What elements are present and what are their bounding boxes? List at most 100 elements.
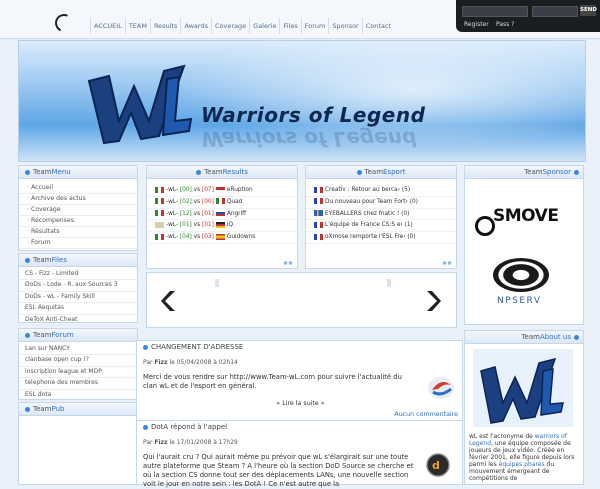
nav-team[interactable]: TEAM xyxy=(124,18,150,34)
chevron-right-icon[interactable] xyxy=(425,290,441,312)
top-teams-link[interactable]: équipes phares xyxy=(499,461,545,468)
login-panel: SEND Register Pass ? xyxy=(456,0,600,32)
flag-icon xyxy=(215,198,225,205)
team-forum-header: TeamForum xyxy=(19,329,137,342)
file-item[interactable]: ESL Aequitas xyxy=(19,303,137,315)
news-category-icon xyxy=(428,377,454,399)
flag-icon xyxy=(314,198,323,205)
team-forum-box: TeamForum Lan sur NANCY clanbase open cu… xyxy=(18,328,138,401)
file-item[interactable]: CS - Fizz - Limited xyxy=(19,269,137,281)
svg-text:d: d xyxy=(432,459,440,472)
bullet-icon xyxy=(25,257,30,263)
send-button[interactable]: SEND xyxy=(580,5,597,16)
flag-icon xyxy=(314,221,323,228)
nav-accueil[interactable]: ACCUEIL xyxy=(90,18,125,34)
more-dots-icon[interactable] xyxy=(283,261,293,265)
news-body: Qui l'aurait cru ? Qui aurait même pu pr… xyxy=(143,453,414,488)
wl-logo-small-icon xyxy=(473,349,573,427)
menu-item-coverage[interactable]: Coverage xyxy=(19,205,137,216)
team-about-header: TeamAbout us xyxy=(465,331,583,344)
result-row[interactable]: -wL- [00] vs [07] eRuption xyxy=(147,185,297,197)
wl-logo-icon xyxy=(87,64,193,145)
bullet-icon xyxy=(574,334,579,340)
nav-forum[interactable]: Forum xyxy=(300,18,329,34)
news-title[interactable]: CHANGEMENT D'ADRESSE xyxy=(143,343,458,352)
result-row[interactable]: -wL- [01] vs [01] iQ xyxy=(147,220,297,233)
more-dots-icon[interactable] xyxy=(442,261,452,265)
esport-news-row[interactable]: Du nouveau pour Team Fort› (0) xyxy=(306,197,456,209)
file-item[interactable]: DoDs - wL - Family Skill xyxy=(19,292,137,304)
npserv-sponsor-logo[interactable]: NPSERV xyxy=(493,258,555,312)
register-link[interactable]: Register xyxy=(464,21,489,28)
media-carousel xyxy=(146,272,457,328)
team-menu-header: TeamMenu xyxy=(19,166,137,179)
banner-title: Warriors of Legend xyxy=(201,103,426,127)
news-meta: Par Fizz le 05/04/2008 à 02h14 xyxy=(143,359,238,366)
bullet-icon xyxy=(25,406,30,412)
esport-news-row[interactable]: Creativ : Retour au berca› (5) xyxy=(306,185,456,197)
flag-icon xyxy=(155,221,164,228)
carousel-marker xyxy=(215,279,219,287)
bullet-icon xyxy=(143,344,148,350)
username-input[interactable] xyxy=(462,6,528,17)
read-more-link[interactable]: » Lire la suite « xyxy=(143,399,458,408)
esport-news-row[interactable]: oXmose remporte l'ESL Fre› (0) xyxy=(306,232,456,244)
team-files-header: TeamFiles xyxy=(19,254,137,267)
news-title[interactable]: DotA répond à l'appel xyxy=(143,423,458,432)
forgot-password-link[interactable]: Pass ? xyxy=(496,21,514,28)
forum-item[interactable]: clanbase open cup !? xyxy=(19,355,137,367)
bullet-icon xyxy=(196,169,202,175)
esport-news-row[interactable]: L'équipe de France CS:S e› (1) xyxy=(306,220,456,233)
team-sponsor-header: TeamSponsor xyxy=(465,166,583,179)
file-item[interactable]: DoDs - Lode - R. aux Sources 3 xyxy=(19,280,137,292)
nav-results[interactable]: Results xyxy=(149,18,180,34)
flag-icon xyxy=(314,233,323,240)
result-row[interactable]: -wL- [04] vs [03] Guidowns xyxy=(147,232,297,244)
news-meta: Par Fizz le 17/01/2008 à 17h29 xyxy=(143,439,238,446)
bullet-icon xyxy=(356,169,362,175)
smove-sponsor-logo[interactable]: SMOVE xyxy=(475,204,575,236)
chevron-left-icon[interactable] xyxy=(161,290,177,312)
forum-item[interactable]: ESL dota xyxy=(19,390,137,401)
flag-icon xyxy=(314,210,323,217)
bullet-icon xyxy=(25,169,30,175)
flag-icon xyxy=(155,186,164,193)
team-results-header: TeamResults xyxy=(147,166,297,179)
menu-item-recompenses[interactable]: Récompenses xyxy=(19,216,137,227)
bullet-icon xyxy=(143,424,148,430)
forum-item[interactable]: Lan sur NANCY xyxy=(19,344,137,356)
team-results-box: TeamResults -wL- [00] vs [07] eRuption -w… xyxy=(146,165,298,269)
author-link[interactable]: Fizz xyxy=(154,439,167,446)
team-pub-header: TeamPub xyxy=(19,403,137,416)
flag-icon xyxy=(215,186,225,193)
flag-icon xyxy=(314,186,323,193)
nav-coverage[interactable]: Coverage xyxy=(211,18,249,34)
forum-item[interactable]: inscription league et MDP xyxy=(19,367,137,379)
team-sponsor-box: TeamSponsor SMOVE NPSERV xyxy=(464,165,584,325)
nav-contact[interactable]: Contact xyxy=(361,18,394,34)
dota-game-icon: d xyxy=(426,453,450,477)
menu-item-accueil[interactable]: Accueil xyxy=(19,183,137,194)
team-pub-box: TeamPub xyxy=(18,402,138,485)
team-esport-header: TeamEsport xyxy=(306,166,456,179)
team-esport-box: TeamEsport Creativ : Retour au berca› (5… xyxy=(305,165,457,269)
comments-link[interactable]: Aucun commentaire xyxy=(143,410,458,419)
menu-item-forum[interactable]: Forum xyxy=(19,238,137,249)
nav-galerie[interactable]: Galerie xyxy=(249,18,279,34)
nav-awards[interactable]: Awards xyxy=(180,18,211,34)
esport-news-row[interactable]: EYEBALLERS chez fnatic ! (0) xyxy=(306,209,456,221)
header-banner: Warriors of Legend Warriors of Legend xyxy=(18,40,586,162)
author-link[interactable]: Fizz xyxy=(154,359,167,366)
menu-item-archive[interactable]: Archive des actus xyxy=(19,194,137,205)
menu-item-resultats[interactable]: Résultats xyxy=(19,227,137,238)
banner-title-reflection: Warriors of Legend xyxy=(201,127,417,151)
file-item[interactable]: DeToX Anti-Cheat xyxy=(19,315,137,326)
result-row[interactable]: -wL- [12] vs [01] Angriff xyxy=(147,209,297,221)
nav-sponsor[interactable]: Sponsor xyxy=(328,18,361,34)
password-input[interactable] xyxy=(532,6,578,17)
bullet-icon xyxy=(574,169,579,175)
nav-files[interactable]: Files xyxy=(279,18,300,34)
forum-item[interactable]: telephone des membres xyxy=(19,378,137,390)
result-row[interactable]: -wL- [02] vs [00] Quad xyxy=(147,197,297,209)
flag-icon xyxy=(155,210,164,217)
